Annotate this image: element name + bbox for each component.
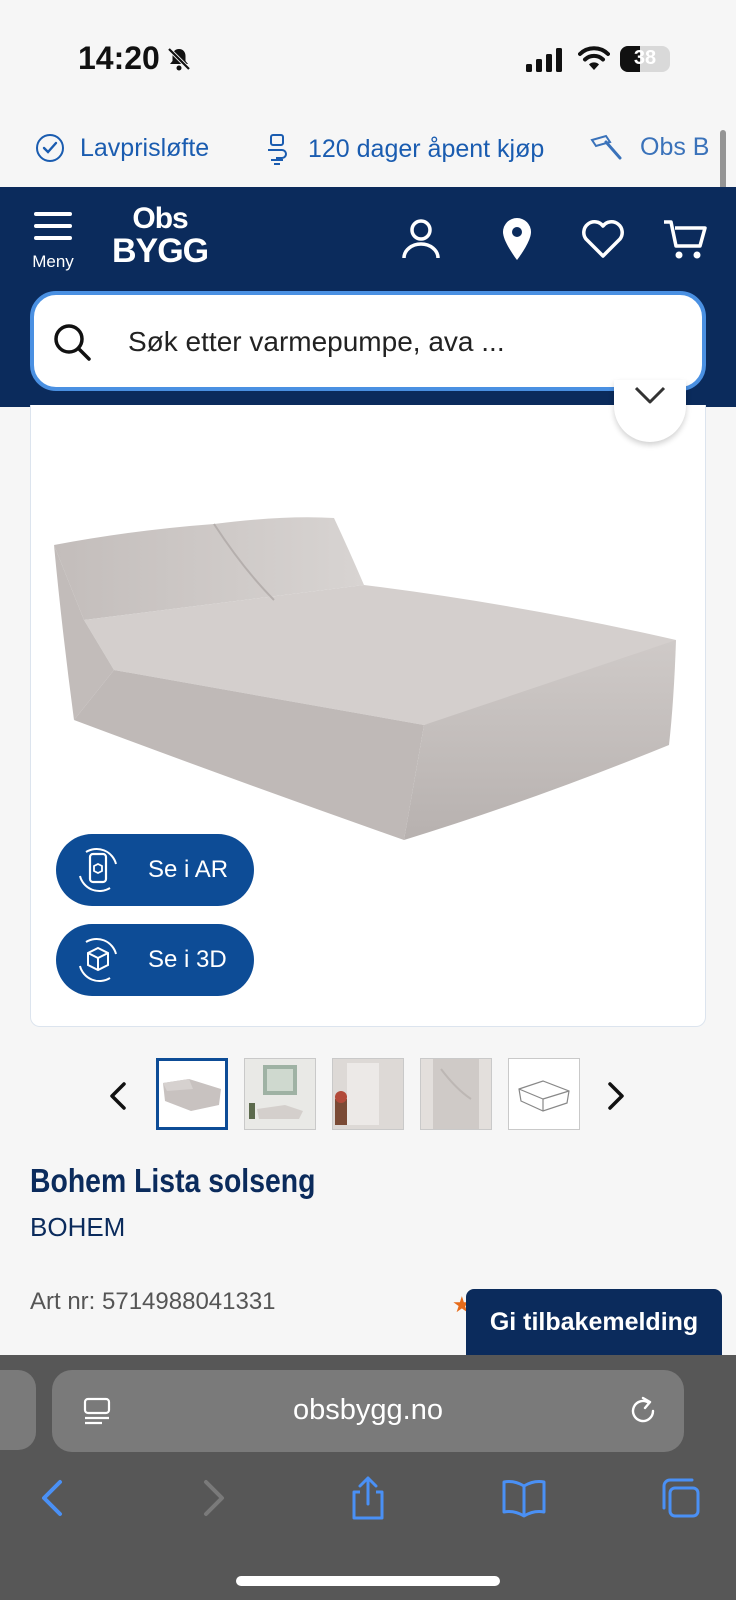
thumbnail-image bbox=[509, 1059, 579, 1129]
3d-label: Se i 3D bbox=[148, 946, 227, 973]
view-in-3d-button[interactable]: Se i 3D bbox=[56, 924, 254, 996]
search-icon bbox=[54, 324, 91, 361]
reload-icon[interactable] bbox=[626, 1394, 660, 1428]
search-placeholder[interactable]: Søk etter varmepumpe, ava ... bbox=[128, 326, 505, 358]
thumbnail-image bbox=[421, 1059, 491, 1129]
home-indicator[interactable] bbox=[236, 1576, 500, 1586]
thumbnail-1[interactable] bbox=[156, 1058, 228, 1130]
view-in-ar-button[interactable]: Se i AR bbox=[56, 834, 254, 906]
checkmark-circle-icon bbox=[36, 134, 64, 162]
battery-indicator: 38 bbox=[620, 46, 670, 72]
wifi-icon bbox=[578, 46, 610, 70]
obs-bygg-logo[interactable]: Obs BYGG bbox=[112, 202, 209, 270]
usp-item-obs[interactable]: Obs B bbox=[588, 132, 709, 162]
logo-text-bygg: BYGG bbox=[112, 232, 209, 270]
status-time: 14:20 bbox=[78, 40, 160, 76]
forward-icon[interactable] bbox=[190, 1474, 234, 1522]
battery-level: 38 bbox=[633, 47, 657, 69]
return-box-icon bbox=[268, 134, 287, 165]
user-icon[interactable] bbox=[398, 216, 444, 262]
usp-bar[interactable]: Lavprisløfte 120 dager åpent kjøp Obs B bbox=[0, 124, 736, 176]
logo-text-obs: Obs bbox=[132, 202, 188, 235]
thumbnail-5[interactable] bbox=[508, 1058, 580, 1130]
thumbnail-3[interactable] bbox=[332, 1058, 404, 1130]
chevron-right-icon[interactable] bbox=[600, 1076, 630, 1116]
heart-outline-icon bbox=[634, 386, 666, 404]
tabs-icon[interactable] bbox=[658, 1474, 702, 1522]
cell-signal-icon bbox=[526, 48, 562, 72]
ar-phone-icon bbox=[79, 847, 117, 893]
cart-icon[interactable] bbox=[662, 216, 708, 262]
ar-label: Se i AR bbox=[148, 856, 229, 883]
product-image bbox=[54, 517, 676, 840]
product-brand[interactable]: BOHEM bbox=[30, 1212, 125, 1243]
hamburger-icon bbox=[34, 212, 72, 240]
share-icon[interactable] bbox=[346, 1474, 390, 1522]
article-number: Art nr: 5714988041331 bbox=[30, 1288, 276, 1315]
chevron-left-icon[interactable] bbox=[104, 1076, 134, 1116]
usp-item-open-purchase[interactable]: 120 dager åpent kjøp bbox=[262, 132, 544, 166]
location-pin-icon[interactable] bbox=[494, 216, 540, 262]
usp-label: 120 dager åpent kjøp bbox=[308, 134, 545, 163]
usp-label: Lavprisløfte bbox=[80, 133, 210, 162]
feedback-button[interactable]: Gi tilbakemelding bbox=[466, 1289, 722, 1355]
previous-tab-preview[interactable] bbox=[0, 1370, 36, 1450]
menu-button[interactable]: Meny bbox=[26, 212, 80, 272]
bookmarks-icon[interactable] bbox=[502, 1474, 546, 1522]
back-icon[interactable] bbox=[32, 1474, 76, 1522]
cube-3d-icon bbox=[79, 937, 117, 983]
bell-muted-icon bbox=[167, 47, 191, 71]
product-title: Bohem Lista solseng bbox=[30, 1162, 316, 1199]
thumbnail-image bbox=[163, 1079, 221, 1111]
thumbnail-image bbox=[333, 1059, 403, 1129]
url-text[interactable]: obsbygg.no bbox=[52, 1394, 684, 1427]
thumbnail-4[interactable] bbox=[420, 1058, 492, 1130]
heart-icon[interactable] bbox=[580, 216, 626, 262]
menu-label: Meny bbox=[32, 252, 74, 271]
thumbnail-image bbox=[245, 1059, 315, 1129]
thumbnail-2[interactable] bbox=[244, 1058, 316, 1130]
usp-label: Obs B bbox=[640, 132, 710, 161]
usp-item-lavpris[interactable]: Lavprisløfte bbox=[34, 132, 209, 164]
hammer-icon bbox=[590, 134, 622, 160]
